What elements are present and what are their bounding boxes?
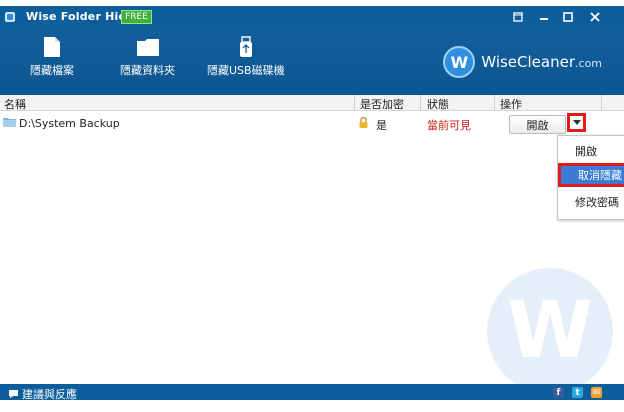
context-menu: 開啟 取消隱藏 修改密碼 bbox=[557, 135, 624, 220]
minimize-button[interactable] bbox=[537, 10, 551, 24]
file-icon bbox=[44, 37, 60, 57]
hide-folder-label: 隱藏資料夾 bbox=[120, 64, 175, 77]
app-window: Wise Folder Hider FREE 隱藏檔案 隱藏資料夾 隱藏USB磁… bbox=[0, 6, 624, 400]
hide-folder-button[interactable]: 隱藏資料夾 bbox=[120, 36, 175, 92]
feedback-link[interactable]: 建議與反應 bbox=[8, 386, 77, 400]
menu-item-unhide-label: 取消隱藏 bbox=[578, 169, 622, 182]
free-badge: FREE bbox=[121, 10, 152, 24]
folder-icon bbox=[3, 118, 16, 127]
hide-file-button[interactable]: 隱藏檔案 bbox=[30, 36, 74, 92]
menu-item-open[interactable]: 開啟 bbox=[558, 142, 624, 160]
twitter-icon[interactable]: t bbox=[572, 387, 583, 398]
header-encrypted[interactable]: 是否加密 bbox=[360, 96, 404, 112]
restore-button[interactable] bbox=[511, 10, 525, 24]
header-name[interactable]: 名稱 bbox=[4, 96, 26, 112]
facebook-icon[interactable]: f bbox=[553, 387, 564, 398]
menu-item-change-password-label: 修改密碼 bbox=[575, 196, 619, 209]
close-icon bbox=[590, 12, 600, 22]
chat-bubble-icon bbox=[9, 390, 18, 398]
watermark-letter: W bbox=[506, 286, 594, 376]
open-button[interactable]: 開啟 bbox=[509, 115, 566, 134]
feedback-label: 建議與反應 bbox=[22, 388, 77, 400]
close-button[interactable] bbox=[588, 10, 602, 24]
menu-item-change-password[interactable]: 修改密碼 bbox=[558, 193, 624, 211]
toolbar: 隱藏檔案 隱藏資料夾 隱藏USB磁碟機 W WiseCleaner.com bbox=[0, 28, 624, 95]
encrypted-value: 是 bbox=[376, 119, 387, 132]
wisecleaner-logo-icon: W bbox=[443, 46, 476, 78]
status-bar: 建議與反應 f t ✉ bbox=[0, 384, 624, 400]
usb-icon bbox=[239, 36, 252, 57]
brand-name: WiseCleaner bbox=[481, 53, 575, 71]
maximize-button[interactable] bbox=[561, 10, 575, 24]
email-icon[interactable]: ✉ bbox=[591, 387, 602, 398]
brand-logo[interactable]: W WiseCleaner.com bbox=[443, 46, 602, 78]
table-header: 名稱 是否加密 狀態 操作 bbox=[0, 95, 624, 111]
brand-suffix: .com bbox=[575, 57, 602, 70]
dropdown-button[interactable] bbox=[567, 113, 586, 132]
app-logo-icon bbox=[5, 12, 15, 22]
hide-file-label: 隱藏檔案 bbox=[30, 64, 74, 77]
menu-item-unhide[interactable]: 取消隱藏 bbox=[558, 163, 624, 187]
restore-icon bbox=[513, 12, 523, 22]
status-text: 當前可見 bbox=[427, 119, 471, 132]
header-status[interactable]: 狀態 bbox=[427, 96, 449, 112]
open-button-label: 開啟 bbox=[526, 118, 549, 132]
minimize-icon bbox=[540, 18, 548, 20]
chevron-down-icon bbox=[572, 120, 581, 125]
hide-usb-label: 隱藏USB磁碟機 bbox=[207, 64, 285, 77]
header-action[interactable]: 操作 bbox=[500, 96, 522, 112]
menu-item-open-label: 開啟 bbox=[575, 145, 597, 158]
title-bar[interactable]: Wise Folder Hider FREE bbox=[0, 6, 624, 28]
lock-icon bbox=[359, 117, 368, 128]
hide-usb-button[interactable]: 隱藏USB磁碟機 bbox=[207, 36, 285, 92]
watermark-logo: W bbox=[487, 268, 613, 394]
folder-icon bbox=[136, 39, 159, 56]
folder-path: D:\System Backup bbox=[19, 117, 120, 130]
maximize-icon bbox=[563, 12, 573, 22]
table-row[interactable]: D:\System Backup 是 當前可見 開啟 bbox=[0, 113, 624, 134]
